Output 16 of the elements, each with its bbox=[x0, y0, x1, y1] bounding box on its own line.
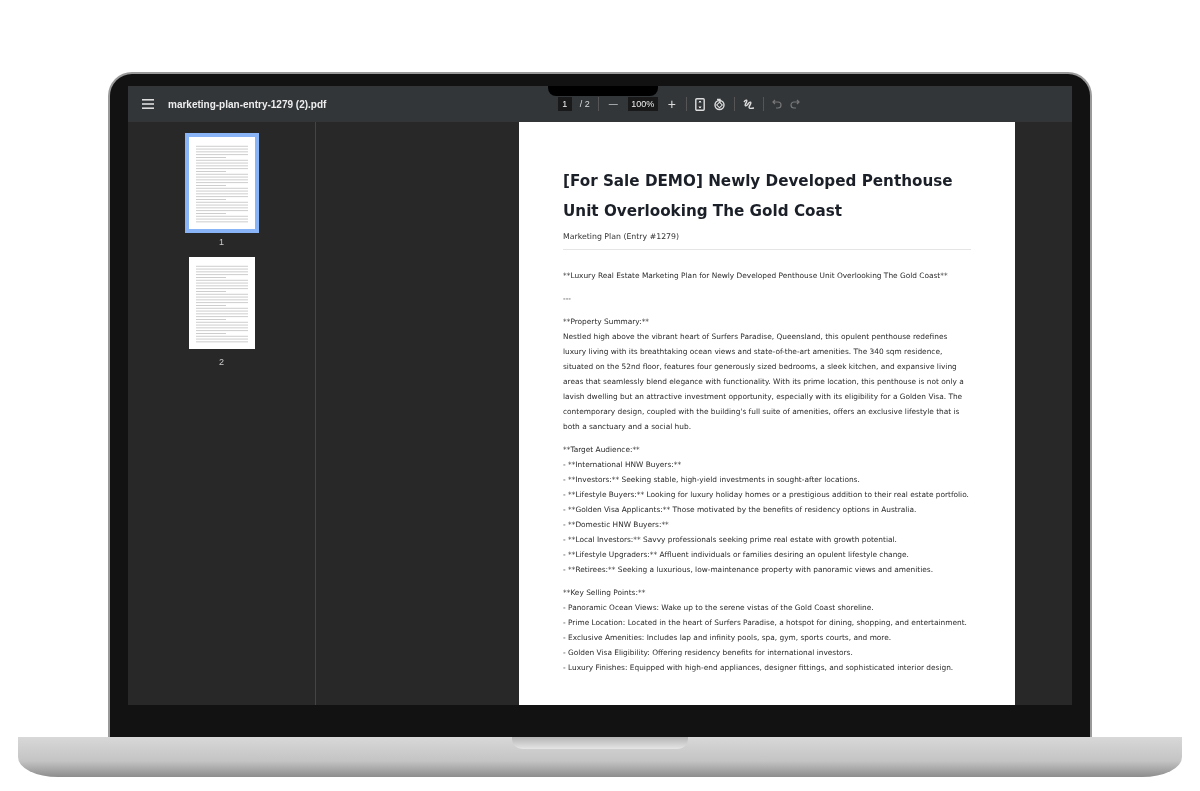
zoom-out-button[interactable]: — bbox=[606, 99, 620, 109]
rotate-icon[interactable] bbox=[713, 97, 726, 111]
menu-icon[interactable] bbox=[140, 97, 156, 111]
page-number: 2 bbox=[219, 357, 224, 367]
file-name: marketing-plan-entry-1279 (2).pdf bbox=[168, 98, 327, 110]
redo-icon[interactable] bbox=[790, 99, 800, 109]
page-count: / 2 bbox=[579, 99, 590, 109]
annotate-icon[interactable] bbox=[743, 98, 755, 110]
zoom-in-button[interactable]: + bbox=[665, 96, 678, 112]
fit-page-icon[interactable] bbox=[695, 97, 705, 111]
page-thumbnail[interactable] bbox=[184, 133, 259, 233]
page-number: 1 bbox=[219, 237, 224, 247]
document-title: [For Sale DEMO] Newly Developed Penthouse Unit Overlooking The Gold Coast bbox=[563, 171, 954, 222]
page-input[interactable]: 1 bbox=[557, 97, 572, 111]
undo-icon[interactable] bbox=[772, 99, 782, 109]
zoom-field[interactable]: 100% bbox=[627, 97, 658, 111]
